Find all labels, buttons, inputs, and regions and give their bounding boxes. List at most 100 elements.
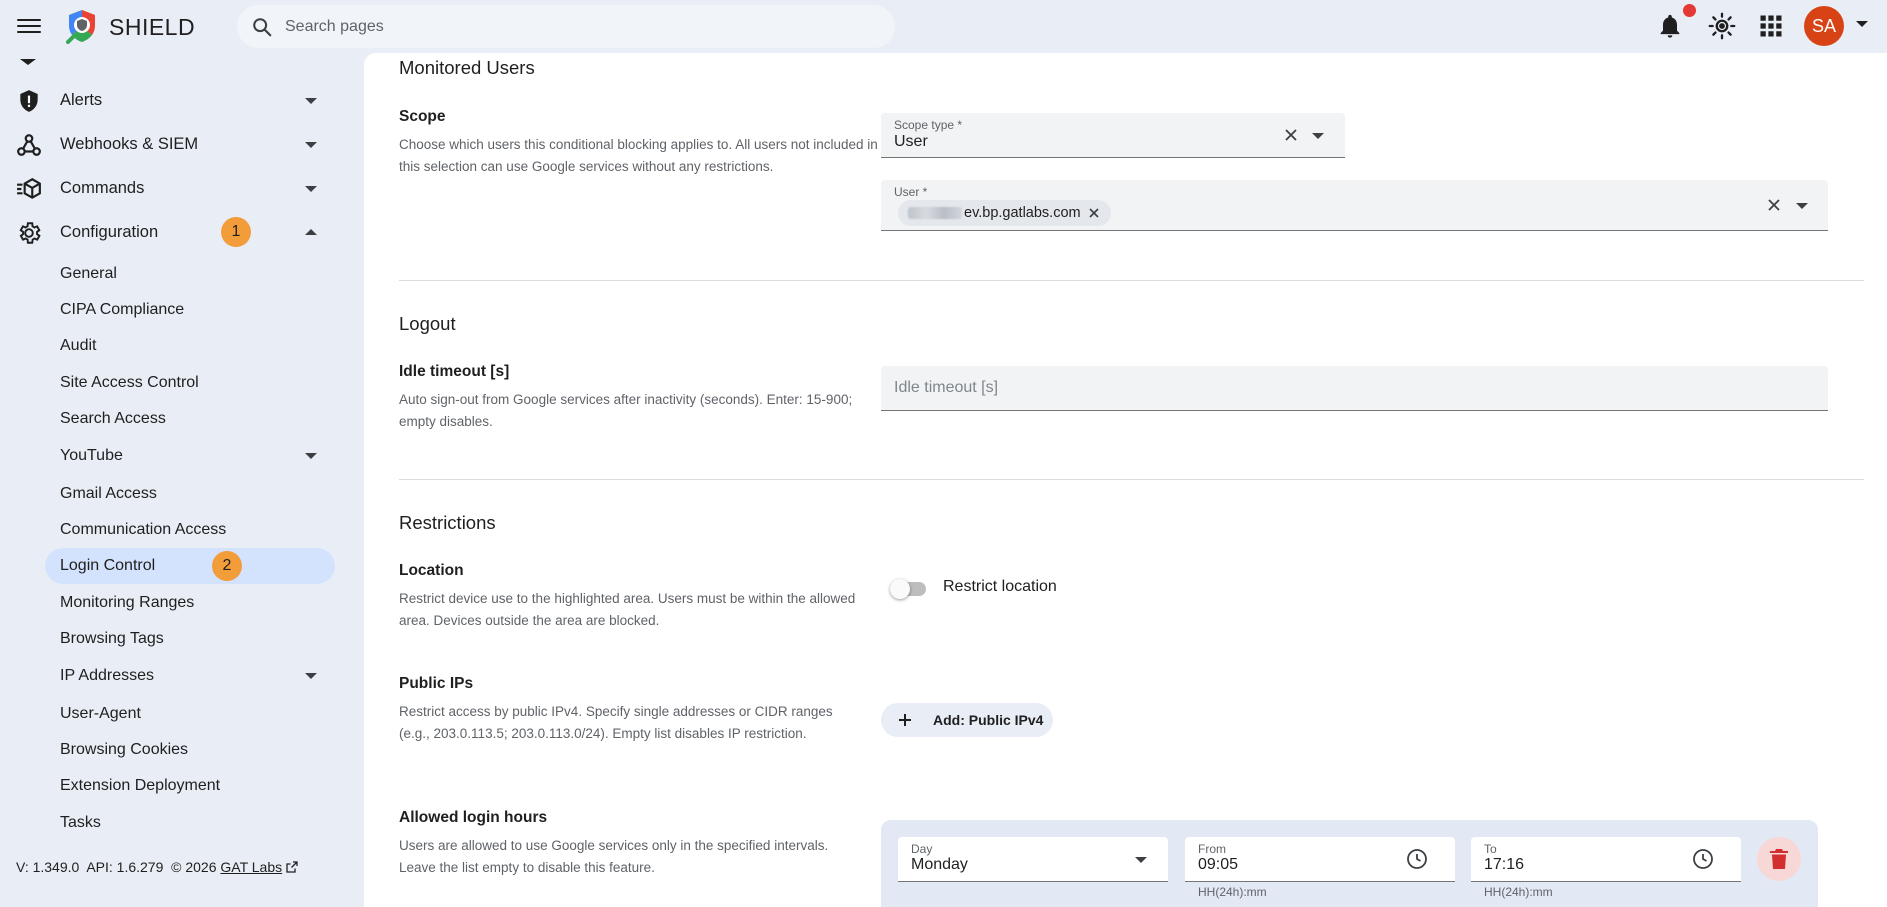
to-time-input[interactable]: To 17:16 bbox=[1471, 837, 1741, 882]
allowed-login-hours-description: Users are allowed to use Google services… bbox=[399, 838, 829, 875]
restrict-location-toggle[interactable] bbox=[890, 579, 930, 599]
sidebar-item-browsing-tags[interactable]: Browsing Tags bbox=[45, 621, 335, 657]
scope-type-select[interactable]: Scope type * User bbox=[881, 113, 1345, 158]
user-chip-text: ev.bp.gatlabs.com bbox=[964, 205, 1081, 221]
sidebar-item-cipa-compliance[interactable]: CIPA Compliance bbox=[45, 292, 335, 328]
sidebar-item-extension-deployment[interactable]: Extension Deployment bbox=[45, 768, 335, 804]
step-badge-2: 2 bbox=[212, 551, 242, 581]
add-public-ipv4-button[interactable]: Add: Public IPv4 bbox=[881, 703, 1053, 737]
chevron-down-icon[interactable] bbox=[1312, 133, 1324, 139]
sidebar-item-search-access[interactable]: Search Access bbox=[45, 401, 335, 437]
sidebar-item-label: User-Agent bbox=[60, 705, 141, 722]
scope-type-value: User bbox=[894, 133, 928, 150]
sidebar-item-label: Webhooks & SIEM bbox=[60, 134, 199, 153]
sidebar-item-label: Monitoring Ranges bbox=[60, 594, 195, 611]
sidebar-item-browsing-cookies[interactable]: Browsing Cookies bbox=[45, 732, 335, 768]
sidebar-item-label: Audit bbox=[60, 337, 97, 354]
day-label: Day bbox=[911, 842, 933, 856]
chevron-up-icon bbox=[305, 229, 317, 235]
delete-row-button[interactable] bbox=[1757, 837, 1801, 881]
remove-chip-icon[interactable] bbox=[1087, 206, 1101, 220]
add-public-ipv4-label: Add: Public IPv4 bbox=[933, 712, 1044, 728]
sidebar-item-label: CIPA Compliance bbox=[60, 301, 185, 318]
sidebar-item-site-access-control[interactable]: Site Access Control bbox=[45, 365, 335, 401]
chevron-down-icon bbox=[305, 142, 317, 148]
sidebar-item-general[interactable]: General bbox=[45, 256, 335, 292]
gat-labs-link[interactable]: GAT Labs bbox=[220, 859, 282, 875]
account-menu-chevron-icon[interactable] bbox=[1856, 21, 1868, 27]
search-icon bbox=[253, 18, 272, 37]
chevron-down-icon bbox=[305, 98, 317, 104]
restrict-location-label: Restrict location bbox=[943, 578, 1057, 595]
menu-icon[interactable] bbox=[17, 15, 41, 37]
chevron-down-icon bbox=[305, 673, 317, 679]
sidebar-item-youtube[interactable]: YouTube bbox=[45, 438, 335, 474]
sidebar-item-gmail-access[interactable]: Gmail Access bbox=[45, 476, 335, 512]
scope-label: Scope bbox=[399, 108, 446, 125]
sidebar-item-configuration[interactable]: Configuration 1 bbox=[12, 210, 332, 254]
scope-type-label: Scope type * bbox=[894, 118, 963, 132]
from-hint: HH(24h):mm bbox=[1198, 885, 1267, 899]
sidebar-item-communication-access[interactable]: Communication Access bbox=[45, 512, 335, 548]
sidebar-item-label: Search Access bbox=[60, 410, 166, 427]
chevron-down-icon bbox=[1135, 857, 1147, 863]
user-avatar[interactable]: SA bbox=[1804, 6, 1844, 46]
section-divider bbox=[399, 479, 1864, 480]
sidebar-item-label: YouTube bbox=[60, 447, 123, 464]
sidebar-item-monitoring-ranges[interactable]: Monitoring Ranges bbox=[45, 585, 335, 621]
main-content: Monitored Users Scope Choose which users… bbox=[364, 53, 1887, 907]
sidebar-item-label: Tasks bbox=[60, 814, 101, 831]
idle-timeout-input[interactable]: Idle timeout [s] bbox=[881, 366, 1828, 411]
toggle-knob bbox=[890, 579, 910, 599]
top-app-bar: SHIELD SA bbox=[0, 0, 1887, 53]
clock-icon[interactable] bbox=[1691, 847, 1715, 871]
step-badge-1: 1 bbox=[221, 217, 251, 247]
sidebar-item-label: Commands bbox=[60, 178, 145, 197]
sidebar-item-label: Communication Access bbox=[60, 521, 227, 538]
sidebar-item-label: General bbox=[60, 265, 117, 282]
partial-nav-icon bbox=[20, 59, 36, 65]
sidebar-item-tasks[interactable]: Tasks bbox=[45, 805, 335, 841]
user-select[interactable]: User * ev.bp.gatlabs.com bbox=[881, 180, 1828, 231]
trash-icon bbox=[1770, 849, 1788, 869]
notifications-bell-icon[interactable] bbox=[1656, 12, 1684, 40]
idle-timeout-placeholder: Idle timeout [s] bbox=[894, 379, 999, 396]
sidebar-item-label: Site Access Control bbox=[60, 374, 199, 391]
sidebar-item-label: Extension Deployment bbox=[60, 777, 221, 794]
theme-toggle-sun-icon[interactable] bbox=[1708, 12, 1736, 40]
section-title-logout: Logout bbox=[399, 313, 456, 334]
sidebar-item-alerts[interactable]: Alerts bbox=[12, 78, 332, 122]
brand-name: SHIELD bbox=[109, 14, 196, 40]
to-hint: HH(24h):mm bbox=[1484, 885, 1553, 899]
search-input[interactable] bbox=[285, 17, 845, 36]
allowed-login-hours-label: Allowed login hours bbox=[399, 809, 548, 826]
sidebar: Alerts Webhooks & SIEM Commands Configur… bbox=[0, 53, 364, 907]
version-info: V: 1.349.0 API: 1.6.279 © 2026 GAT Labs bbox=[16, 859, 298, 875]
public-ips-label: Public IPs bbox=[399, 675, 474, 692]
chevron-down-icon[interactable] bbox=[1796, 203, 1808, 209]
clock-icon[interactable] bbox=[1405, 847, 1429, 871]
sidebar-item-user-agent[interactable]: User-Agent bbox=[45, 696, 335, 732]
notification-dot bbox=[1683, 4, 1696, 17]
clear-icon[interactable] bbox=[1282, 126, 1300, 144]
public-ips-description: Restrict access by public IPv4. Specify … bbox=[399, 704, 833, 741]
sidebar-item-webhooks-siem[interactable]: Webhooks & SIEM bbox=[12, 122, 332, 166]
sidebar-item-audit[interactable]: Audit bbox=[45, 328, 335, 364]
from-label: From bbox=[1198, 842, 1226, 856]
user-label: User * bbox=[894, 185, 928, 199]
search-bar[interactable] bbox=[237, 5, 895, 48]
plus-icon bbox=[899, 714, 911, 726]
chevron-down-icon bbox=[305, 453, 317, 459]
user-chip: ev.bp.gatlabs.com bbox=[898, 200, 1111, 226]
sidebar-item-login-control[interactable]: Login Control 2 bbox=[45, 548, 335, 584]
apps-grid-icon[interactable] bbox=[1757, 12, 1785, 40]
sidebar-item-commands[interactable]: Commands bbox=[12, 166, 332, 210]
sidebar-item-ip-addresses[interactable]: IP Addresses bbox=[45, 658, 335, 694]
day-select[interactable]: Day Monday bbox=[898, 837, 1168, 882]
sidebar-item-label: Alerts bbox=[60, 90, 103, 109]
to-label: To bbox=[1484, 842, 1497, 856]
to-value: 17:16 bbox=[1484, 856, 1525, 873]
section-title-monitored-users: Monitored Users bbox=[399, 57, 535, 78]
from-time-input[interactable]: From 09:05 bbox=[1185, 837, 1455, 882]
clear-icon[interactable] bbox=[1765, 196, 1783, 214]
